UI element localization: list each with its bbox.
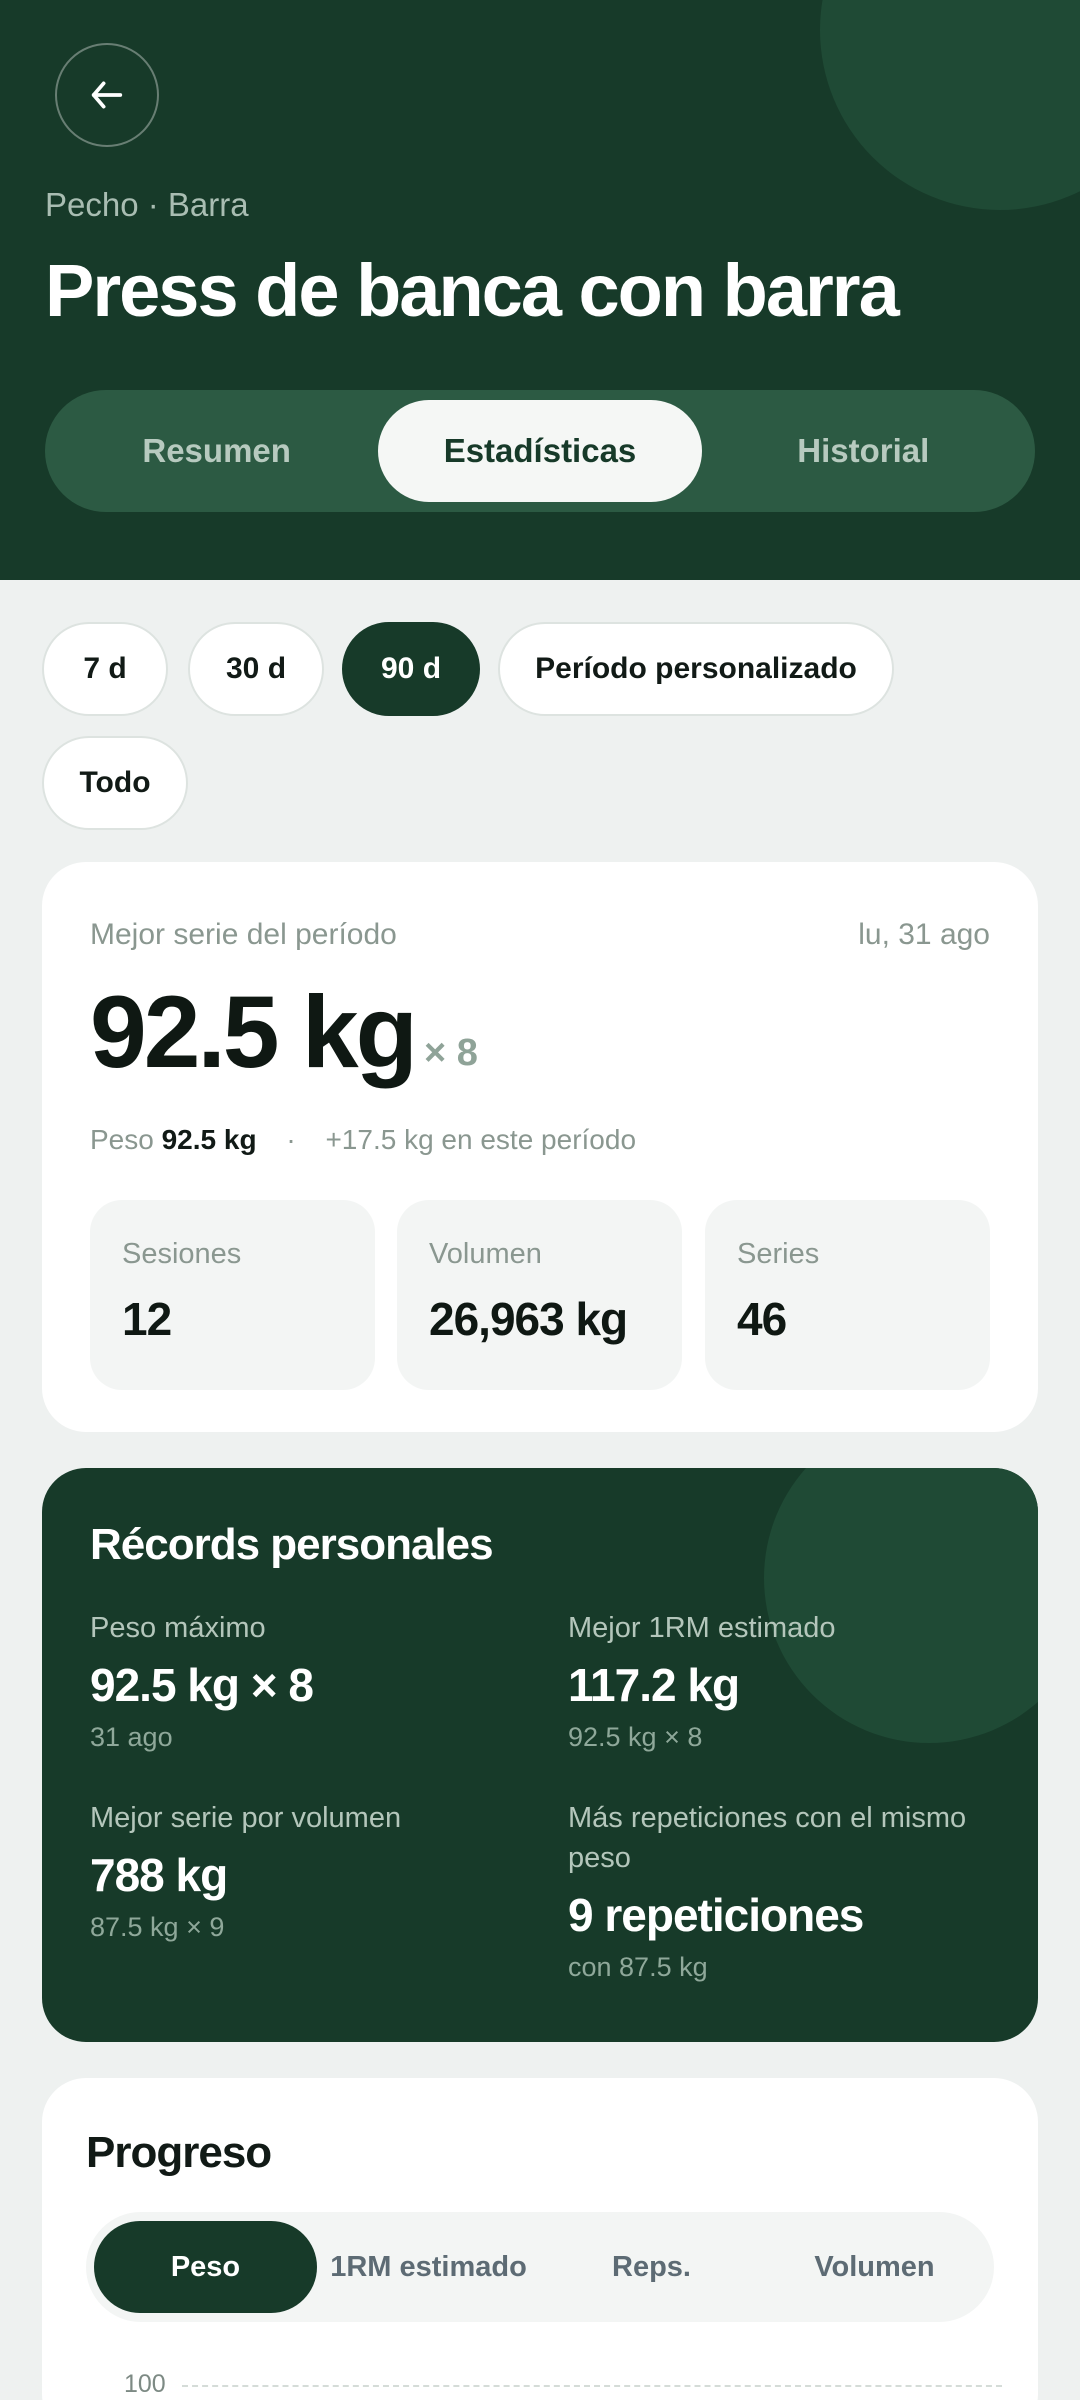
record-label: Mejor serie por volumen bbox=[90, 1802, 402, 1834]
record-max-weight: Peso máximo 92.5 kg × 8 31 ago bbox=[90, 1608, 520, 1753]
meta-separator: · bbox=[286, 1124, 296, 1155]
weight-prefix: Peso bbox=[90, 1124, 154, 1155]
record-most-reps: Más repeticiones con el mismo peso 9 rep… bbox=[568, 1798, 998, 1983]
period-change: +17.5 kg en este período bbox=[325, 1124, 637, 1155]
records-title: Récords personales bbox=[90, 1520, 494, 1569]
stat-volume: Volumen 26,963 kg bbox=[397, 1200, 682, 1390]
record-value: 92.5 kg × 8 bbox=[90, 1659, 314, 1711]
exercise-header: Pecho · Barra Press de banca con barra R… bbox=[0, 0, 1080, 580]
period-chip-90d[interactable]: 90 d bbox=[342, 622, 480, 716]
record-best-1rm: Mejor 1RM estimado 117.2 kg 92.5 kg × 8 bbox=[568, 1608, 998, 1753]
best-set-meta: Peso 92.5 kg · +17.5 kg en este período bbox=[90, 1124, 636, 1156]
progress-metric-selector: Peso 1RM estimado Reps. Volumen bbox=[86, 2212, 994, 2322]
period-chip-custom[interactable]: Período personalizado bbox=[498, 622, 894, 716]
metric-reps[interactable]: Reps. bbox=[540, 2221, 763, 2313]
progress-card: Progreso Peso 1RM estimado Reps. Volumen… bbox=[42, 2078, 1038, 2400]
record-sub: 92.5 kg × 8 bbox=[568, 1722, 703, 1752]
record-value: 117.2 kg bbox=[568, 1659, 740, 1711]
tab-estadisticas[interactable]: Estadísticas bbox=[378, 400, 702, 502]
record-value: 788 kg bbox=[90, 1849, 228, 1901]
tab-bar: Resumen Estadísticas Historial bbox=[45, 390, 1035, 512]
best-set-date: lu, 31 ago bbox=[858, 918, 990, 951]
metric-peso[interactable]: Peso bbox=[94, 2221, 317, 2313]
back-button[interactable] bbox=[55, 43, 159, 147]
record-sub: 87.5 kg × 9 bbox=[90, 1912, 225, 1942]
y-axis-tick: 100 bbox=[124, 2370, 166, 2398]
record-label: Peso máximo bbox=[90, 1612, 266, 1644]
record-value: 9 repeticiones bbox=[568, 1889, 864, 1941]
personal-records-card: Récords personales Peso máximo 92.5 kg ×… bbox=[42, 1468, 1038, 2042]
period-chip-all[interactable]: Todo bbox=[42, 736, 188, 830]
record-sub: con 87.5 kg bbox=[568, 1952, 708, 1982]
stat-series: Series 46 bbox=[705, 1200, 990, 1390]
best-set-label: Mejor serie del período bbox=[90, 918, 397, 951]
grid-line bbox=[182, 2385, 1002, 2387]
record-label: Más repeticiones con el mismo peso bbox=[568, 1802, 967, 1874]
stat-label: Series bbox=[737, 1238, 820, 1270]
page-title: Press de banca con barra bbox=[45, 249, 900, 332]
best-set-card: Mejor serie del período lu, 31 ago 92.5 … bbox=[42, 862, 1038, 1432]
record-sub: 31 ago bbox=[90, 1722, 173, 1752]
period-chip-30d[interactable]: 30 d bbox=[188, 622, 324, 716]
metric-1rm[interactable]: 1RM estimado bbox=[317, 2221, 540, 2313]
weight-value: 92.5 kg bbox=[161, 1124, 257, 1155]
stat-sessions: Sesiones 12 bbox=[90, 1200, 375, 1390]
record-best-volume: Mejor serie por volumen 788 kg 87.5 kg ×… bbox=[90, 1798, 520, 1943]
stat-value: 12 bbox=[122, 1293, 172, 1345]
stat-value: 46 bbox=[737, 1293, 787, 1345]
metric-volumen[interactable]: Volumen bbox=[763, 2221, 986, 2313]
tab-resumen[interactable]: Resumen bbox=[55, 400, 378, 502]
period-chip-7d[interactable]: 7 d bbox=[42, 622, 168, 716]
record-label: Mejor 1RM estimado bbox=[568, 1612, 836, 1644]
stat-value: 26,963 kg bbox=[429, 1293, 628, 1345]
exercise-category: Pecho · Barra bbox=[45, 186, 249, 223]
stat-label: Volumen bbox=[429, 1238, 542, 1270]
arrow-left-icon bbox=[91, 81, 123, 109]
best-set-reps: × 8 bbox=[424, 1032, 478, 1074]
best-set-weight: 92.5 kg bbox=[90, 975, 418, 1089]
tab-historial[interactable]: Historial bbox=[702, 400, 1025, 502]
progress-title: Progreso bbox=[86, 2128, 272, 2177]
header-decoration-circle bbox=[820, 0, 1080, 210]
stat-label: Sesiones bbox=[122, 1238, 242, 1270]
